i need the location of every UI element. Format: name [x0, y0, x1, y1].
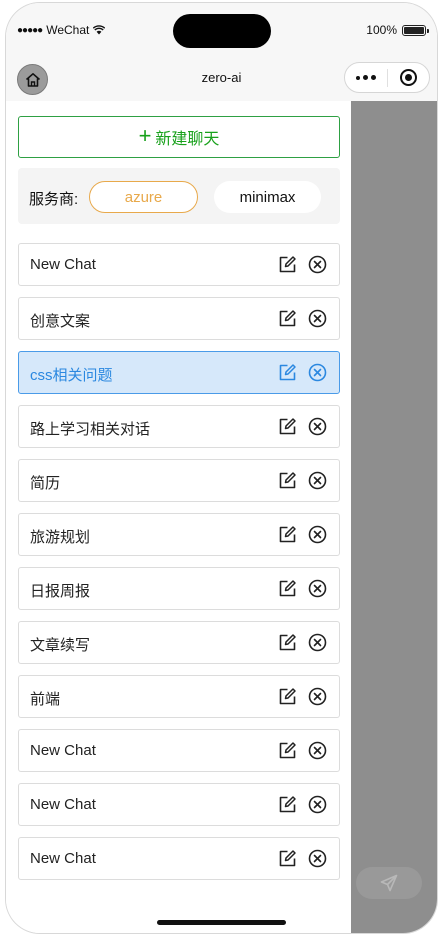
edit-icon[interactable]: [278, 417, 297, 436]
chat-title: 文章续写: [30, 637, 91, 654]
chat-item[interactable]: 前端: [18, 675, 340, 718]
chat-title: css相关问题: [30, 367, 113, 384]
delete-icon[interactable]: [308, 363, 327, 382]
chat-item[interactable]: 创意文案: [18, 297, 340, 340]
edit-icon[interactable]: [278, 255, 297, 274]
delete-icon[interactable]: [308, 471, 327, 490]
carrier-info: ●●●●● WeChat: [17, 23, 106, 37]
edit-icon[interactable]: [278, 633, 297, 652]
chat-title: New Chat: [30, 796, 96, 813]
edit-icon[interactable]: [278, 309, 297, 328]
plus-icon: +: [138, 123, 152, 148]
chat-item[interactable]: New Chat: [18, 729, 340, 772]
edit-icon[interactable]: [278, 687, 297, 706]
more-dots-icon[interactable]: [345, 63, 387, 92]
delete-icon[interactable]: [308, 579, 327, 598]
chat-title: 创意文案: [30, 313, 91, 330]
chat-title: 旅游规划: [30, 529, 91, 546]
carrier-name: WeChat: [46, 23, 90, 37]
delete-icon[interactable]: [308, 849, 327, 868]
chat-item[interactable]: 简历: [18, 459, 340, 502]
phone-frame: ●●●●● WeChat 100% zero-ai + 新建聊天 服务商: az…: [6, 3, 437, 933]
wifi-icon: [93, 25, 106, 35]
edit-icon[interactable]: [278, 525, 297, 544]
status-bar: ●●●●● WeChat 100%: [6, 3, 437, 57]
navigation-bar: zero-ai: [6, 57, 437, 101]
chat-item[interactable]: css相关问题: [18, 351, 340, 394]
edit-icon[interactable]: [278, 471, 297, 490]
chat-title: New Chat: [30, 742, 96, 759]
delete-icon[interactable]: [308, 255, 327, 274]
home-indicator: [157, 920, 286, 925]
new-chat-button[interactable]: + 新建聊天: [18, 116, 340, 158]
delete-icon[interactable]: [308, 309, 327, 328]
edit-icon[interactable]: [278, 795, 297, 814]
chat-item[interactable]: 路上学习相关对话: [18, 405, 340, 448]
chat-item[interactable]: New Chat: [18, 837, 340, 880]
chat-item[interactable]: New Chat: [18, 243, 340, 286]
delete-icon[interactable]: [308, 687, 327, 706]
provider-selector: 服务商: azure minimax: [18, 168, 340, 224]
send-icon: [380, 874, 398, 892]
chat-drawer: + 新建聊天 服务商: azure minimax New Chat 创意文案 cs…: [6, 101, 351, 933]
chat-item[interactable]: 旅游规划: [18, 513, 340, 556]
battery-icon: [402, 24, 429, 36]
capsule-close-button[interactable]: [388, 63, 429, 92]
chat-title: 路上学习相关对话: [30, 421, 151, 438]
edit-icon[interactable]: [278, 363, 297, 382]
delete-icon[interactable]: [308, 417, 327, 436]
chat-title: 简历: [30, 475, 61, 492]
chat-item[interactable]: New Chat: [18, 783, 340, 826]
chat-title: 前端: [30, 691, 61, 708]
chat-title: 日报周报: [30, 583, 91, 600]
edit-icon[interactable]: [278, 741, 297, 760]
dynamic-island: [173, 14, 271, 48]
mini-program-capsule: [344, 62, 430, 93]
signal-icon: ●●●●●: [17, 24, 43, 36]
chat-item[interactable]: 日报周报: [18, 567, 340, 610]
provider-azure[interactable]: azure: [89, 181, 198, 213]
chat-item[interactable]: 文章续写: [18, 621, 340, 664]
delete-icon[interactable]: [308, 633, 327, 652]
chat-title: New Chat: [30, 256, 96, 273]
send-button: [356, 867, 422, 899]
chat-title: New Chat: [30, 850, 96, 867]
drawer-mask[interactable]: [351, 101, 437, 933]
edit-icon[interactable]: [278, 579, 297, 598]
delete-icon[interactable]: [308, 525, 327, 544]
target-close-icon: [400, 69, 417, 86]
delete-icon[interactable]: [308, 741, 327, 760]
battery-percent: 100%: [366, 23, 397, 37]
provider-label: 服务商:: [29, 191, 79, 208]
provider-minimax[interactable]: minimax: [214, 181, 321, 213]
delete-icon[interactable]: [308, 795, 327, 814]
new-chat-label: 新建聊天: [155, 131, 220, 148]
battery-status: 100%: [366, 23, 429, 37]
edit-icon[interactable]: [278, 849, 297, 868]
